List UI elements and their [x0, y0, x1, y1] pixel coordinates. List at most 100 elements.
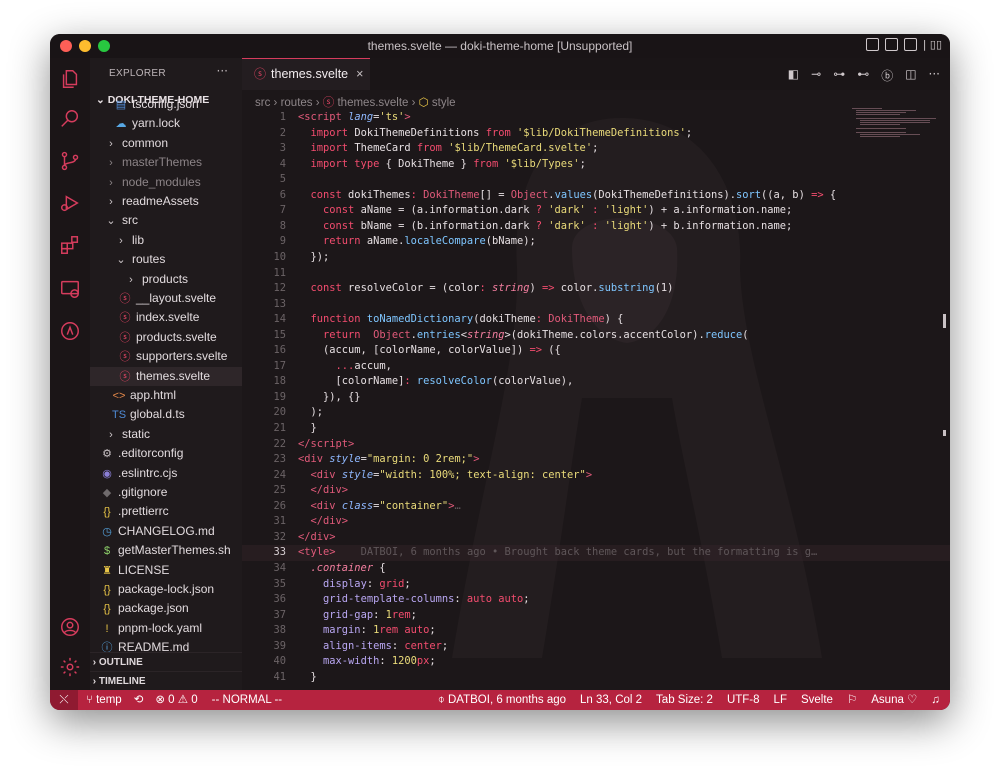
blame-icon[interactable]: ⓑ — [881, 67, 893, 84]
code-line[interactable]: 40 max-width: 1200px; — [242, 654, 950, 670]
code-line[interactable]: 13 — [242, 297, 950, 313]
code-line[interactable]: 14 function toNamedDictionary(dokiTheme:… — [242, 312, 950, 328]
code-line[interactable]: 11 — [242, 266, 950, 282]
tree-item[interactable]: › static — [90, 425, 242, 444]
tree-item[interactable]: ▤ tsconfig.json — [90, 95, 242, 114]
tree-item[interactable]: ⓢ products.svelte — [90, 328, 242, 347]
search-icon[interactable] — [59, 108, 81, 130]
code-line[interactable]: 7 const aName = (a.information.dark ? 'd… — [242, 203, 950, 219]
code-line[interactable]: 22 </script> — [242, 437, 950, 453]
tree-item[interactable]: ⌄ routes — [90, 250, 242, 269]
code-line[interactable]: 31 </div> — [242, 514, 950, 530]
tab-size[interactable]: Tab Size: 2 — [656, 690, 713, 710]
code-line[interactable]: 21 } — [242, 421, 950, 437]
end-of-line[interactable]: LF — [774, 690, 787, 710]
tree-item[interactable]: › node_modules — [90, 173, 242, 192]
git-next-icon[interactable]: ⊷ — [857, 67, 869, 84]
code-line[interactable]: 25 </div> — [242, 483, 950, 499]
code-line[interactable]: 38 margin: 1rem auto; — [242, 623, 950, 639]
tree-item[interactable]: › products — [90, 270, 242, 289]
tree-item[interactable]: ☁ yarn.lock — [90, 114, 242, 133]
tree-item[interactable]: ! pnpm-lock.yaml — [90, 619, 242, 638]
code-line[interactable]: 36 grid-template-columns: auto auto; — [242, 592, 950, 608]
tree-item[interactable]: ◷ CHANGELOG.md — [90, 522, 242, 541]
tree-item[interactable]: TS global.d.ts — [90, 405, 242, 424]
code-line[interactable]: 26 <div class="container">… — [242, 499, 950, 515]
account-icon[interactable] — [59, 616, 81, 638]
explorer-icon[interactable] — [59, 68, 81, 90]
toggle-secondary-sidebar-icon[interactable] — [903, 38, 917, 51]
tree-item[interactable]: ⓢ index.svelte — [90, 308, 242, 327]
code-line[interactable]: 2 import DokiThemeDefinitions from '$lib… — [242, 126, 950, 142]
git-blame-status[interactable]: ⌽ DATBOI, 6 months ago — [438, 690, 566, 710]
tree-item[interactable]: <> app.html — [90, 386, 242, 405]
code-line[interactable]: 5 — [242, 172, 950, 188]
code-line[interactable]: 20 ); — [242, 405, 950, 421]
tree-item[interactable]: ♜ LICENSE — [90, 561, 242, 580]
tab-themes-svelte[interactable]: ⓢ themes.svelte × — [242, 58, 370, 90]
code-line[interactable]: 33 <tyle> DATBOI, 6 months ago • Brought … — [242, 545, 950, 561]
code-line[interactable]: 35 display: grid; — [242, 577, 950, 593]
tree-item[interactable]: › masterThemes — [90, 153, 242, 172]
toggle-sidebar-icon[interactable] — [865, 38, 879, 51]
git-previous-icon[interactable]: ⊶ — [833, 67, 845, 84]
code-line[interactable]: 41 } — [242, 670, 950, 686]
tree-item[interactable]: ⓢ themes.svelte — [90, 366, 242, 386]
notifications-bell-icon[interactable]: ♫ — [931, 690, 940, 710]
code-line[interactable]: 18 [colorName]: resolveColor(colorValue)… — [242, 374, 950, 390]
code-line[interactable]: 4 import type { DokiTheme } from '$lib/T… — [242, 157, 950, 173]
split-editor-icon[interactable]: ◫ — [905, 67, 916, 84]
code-line[interactable]: 3 import ThemeCard from '$lib/ThemeCard.… — [242, 141, 950, 157]
breadcrumb-file[interactable]: themes.svelte — [337, 97, 408, 109]
code-line[interactable]: 6 const dokiThemes: DokiTheme[] = Object… — [242, 188, 950, 204]
code-line[interactable]: 15 return Object.entries<string>(dokiThe… — [242, 328, 950, 344]
settings-gear-icon[interactable] — [59, 656, 81, 678]
code-line[interactable]: 24 <div style="width: 100%; text-align: … — [242, 468, 950, 484]
code-line[interactable]: 9 return aName.localeCompare(bName); — [242, 234, 950, 250]
remote-explorer-icon[interactable] — [59, 278, 81, 300]
timeline-section[interactable]: › TIMELINE — [90, 671, 242, 690]
tree-item[interactable]: {} .prettierrc — [90, 502, 242, 521]
tree-item[interactable]: ⚙ .editorconfig — [90, 444, 242, 463]
breadcrumb-symbol[interactable]: style — [432, 97, 456, 109]
code-line[interactable]: 8 const bName = (b.information.dark ? 'd… — [242, 219, 950, 235]
tree-item[interactable]: ⓢ supporters.svelte — [90, 347, 242, 366]
code-line[interactable]: 39 align-items: center; — [242, 639, 950, 655]
breadcrumb-routes[interactable]: routes — [281, 97, 313, 109]
tree-item[interactable]: › lib — [90, 231, 242, 250]
git-compare-icon[interactable]: ⊸ — [811, 67, 821, 84]
code-line[interactable]: 23 <div style="margin: 0 2rem;"> — [242, 452, 950, 468]
tree-item[interactable]: ◉ .eslintrc.cjs — [90, 464, 242, 483]
encoding[interactable]: UTF-8 — [727, 690, 760, 710]
tree-item[interactable]: {} package.json — [90, 599, 242, 618]
more-actions-icon[interactable]: ··· — [929, 67, 940, 84]
tree-item[interactable]: ⓢ __layout.svelte — [90, 289, 242, 308]
code-line[interactable]: 1 <script lang='ts'> — [242, 110, 950, 126]
toggle-panel-icon[interactable] — [884, 38, 898, 51]
cursor-position[interactable]: Ln 33, Col 2 — [580, 690, 642, 710]
feedback-icon[interactable]: ⚐ — [847, 690, 857, 710]
code-line[interactable]: 12 const resolveColor = (color: string) … — [242, 281, 950, 297]
run-debug-icon[interactable] — [59, 192, 81, 214]
tree-item[interactable]: ⌄ src — [90, 211, 242, 230]
tree-item[interactable]: › readmeAssets — [90, 192, 242, 211]
problems-indicator[interactable]: ⊗ 0 ⚠ 0 — [155, 690, 197, 710]
tree-item[interactable]: {} package-lock.json — [90, 580, 242, 599]
source-control-icon[interactable] — [59, 150, 81, 172]
theme-indicator[interactable]: Asuna ♡ — [871, 690, 917, 710]
tree-item[interactable]: $ getMasterThemes.sh — [90, 541, 242, 560]
code-line[interactable]: 19 }), {} — [242, 390, 950, 406]
outline-section[interactable]: › OUTLINE — [90, 652, 242, 672]
tree-item[interactable]: ◆ .gitignore — [90, 483, 242, 502]
code-line[interactable]: 37 grid-gap: 1rem; — [242, 608, 950, 624]
tree-item[interactable]: › common — [90, 134, 242, 153]
breadcrumb-src[interactable]: src — [255, 97, 270, 109]
extensions-icon[interactable] — [59, 234, 81, 256]
github-icon[interactable] — [59, 320, 81, 342]
customize-layout-icon[interactable]: | ▯▯ — [923, 38, 942, 51]
explorer-more-button[interactable]: ··· — [217, 64, 228, 78]
code-line[interactable]: 16 (accum, [colorName, colorValue]) => (… — [242, 343, 950, 359]
language-mode[interactable]: Svelte — [801, 690, 833, 710]
close-tab-icon[interactable]: × — [356, 67, 363, 81]
code-line[interactable]: 10 }); — [242, 250, 950, 266]
